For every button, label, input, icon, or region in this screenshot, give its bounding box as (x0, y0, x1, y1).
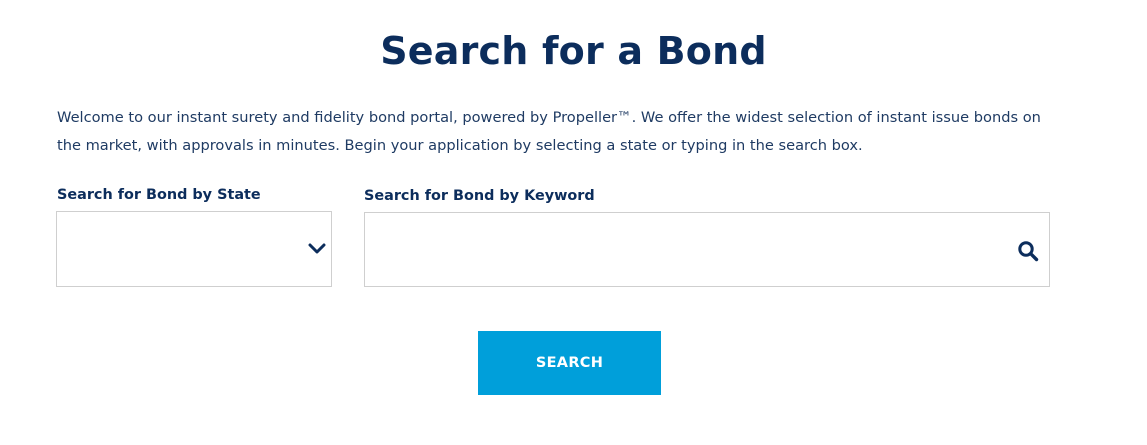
state-select[interactable] (56, 211, 332, 287)
search-button[interactable]: SEARCH (478, 331, 661, 395)
search-icon[interactable] (1017, 240, 1039, 262)
chevron-down-icon (308, 243, 326, 254)
state-filter-label: Search for Bond by State (57, 187, 261, 203)
keyword-search-input[interactable] (365, 213, 1005, 286)
page-title: Search for a Bond (380, 29, 767, 73)
keyword-search-box (364, 212, 1050, 287)
keyword-filter-label: Search for Bond by Keyword (364, 188, 595, 204)
intro-text: Welcome to our instant surety and fideli… (57, 109, 1041, 154)
